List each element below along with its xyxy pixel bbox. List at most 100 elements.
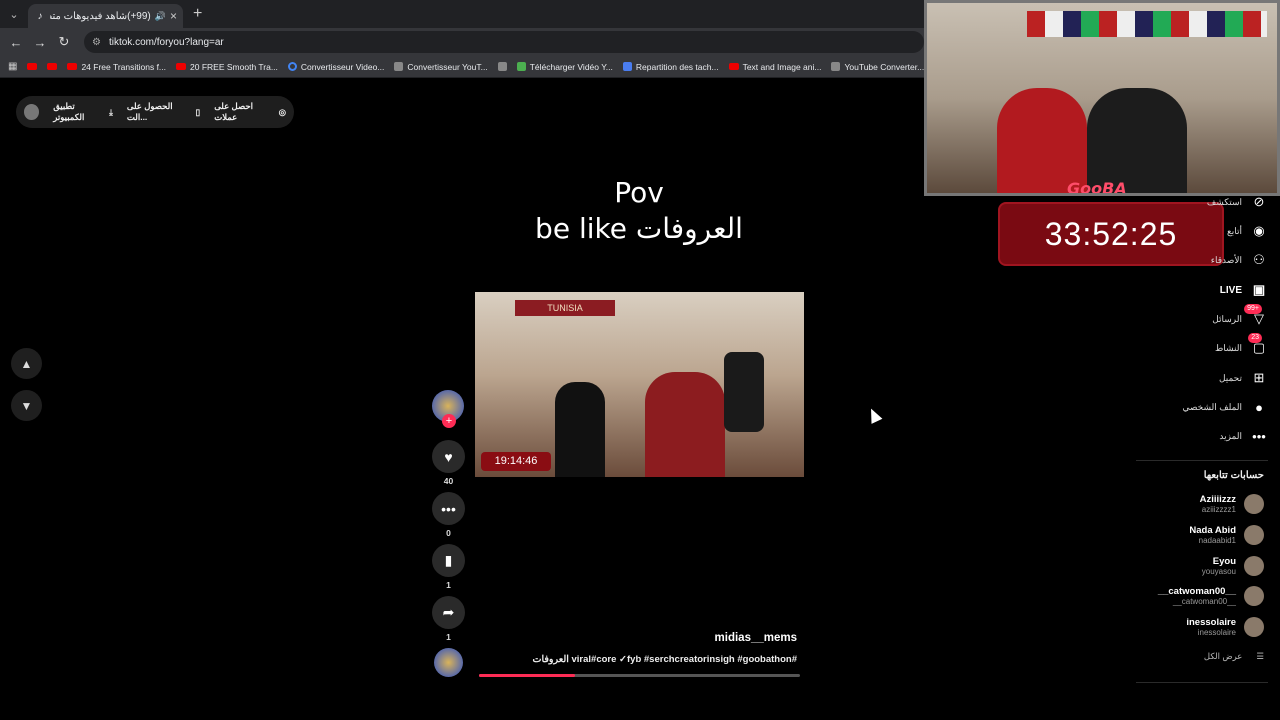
sidebar-item-more[interactable]: المزيد ••• bbox=[1128, 427, 1268, 445]
sidebar-item-friends[interactable]: الأصدقاء ⚇ bbox=[1128, 251, 1268, 269]
notification-badge: 99+ bbox=[1244, 304, 1262, 314]
comment-count: 0 bbox=[446, 528, 451, 538]
coin-icon: ◎ bbox=[278, 106, 287, 117]
speaker-icon[interactable]: 🔊 bbox=[155, 11, 166, 22]
flags-decoration bbox=[1027, 11, 1267, 37]
desktop-app-label: تطبيق الكمبيوتر bbox=[53, 101, 85, 122]
follow-plus-icon[interactable]: + bbox=[442, 414, 456, 428]
user-avatar[interactable] bbox=[24, 104, 40, 120]
tunisia-banner: TUNISIA bbox=[515, 300, 615, 316]
tab-search-chevron-icon[interactable]: ⌄ bbox=[0, 0, 28, 28]
sidebar-item-label: أتابع bbox=[1226, 225, 1242, 236]
bookmark-item[interactable] bbox=[47, 63, 58, 70]
video-progress-bar[interactable] bbox=[479, 674, 800, 677]
download-icon bbox=[516, 62, 526, 71]
previous-video-button[interactable]: ▲ bbox=[11, 348, 42, 379]
bookmark-item[interactable] bbox=[497, 62, 507, 71]
sidebar-item-label: الملف الشخصي bbox=[1182, 401, 1242, 412]
youtube-icon bbox=[27, 63, 38, 70]
get-app-button[interactable]: الحصول على الت... ▯ bbox=[127, 101, 200, 123]
account-display-name: inessolaire bbox=[1186, 617, 1236, 628]
sidebar-divider-bottom bbox=[1136, 682, 1268, 683]
url-text: tiktok.com/foryou?lang=ar bbox=[108, 36, 224, 48]
youtube-icon bbox=[176, 63, 187, 70]
tab-title: (99+)شاهد فيديوهات متصدرة bbox=[50, 10, 151, 22]
following-account-item[interactable]: __catwoman00__ __catwoman00__ bbox=[1104, 586, 1264, 606]
following-account-item[interactable]: Nada Abid nadaabid1 bbox=[1104, 525, 1264, 545]
save-count: 1 bbox=[446, 580, 451, 590]
account-display-name: Nada Abid bbox=[1189, 525, 1236, 536]
bookmark-item[interactable] bbox=[27, 63, 38, 70]
bookmark-item[interactable]: 24 Free Transitions f... bbox=[67, 62, 166, 72]
new-tab-plus-icon[interactable]: + bbox=[193, 5, 202, 23]
video-username[interactable]: midias__mems bbox=[640, 632, 797, 644]
share-button[interactable]: ➦ bbox=[432, 596, 465, 629]
next-video-button[interactable]: ▼ bbox=[11, 390, 42, 421]
sidebar-item-label: النشاط bbox=[1214, 342, 1242, 353]
apps-grid-icon[interactable]: ▦ bbox=[8, 61, 17, 72]
omnibox[interactable]: ⚙ tiktok.com/foryou?lang=ar bbox=[84, 31, 924, 53]
bookmarks-bar: ▦ 24 Free Transitions f... 20 FREE Smooth… bbox=[0, 56, 924, 78]
sidebar-item-label: تحميل bbox=[1218, 372, 1242, 383]
chevron-down-icon: ▼ bbox=[20, 398, 33, 413]
bookmark-label: YouTube Converter... bbox=[844, 61, 925, 72]
account-handle: inessolaire bbox=[1197, 628, 1236, 637]
like-button[interactable]: ♥ bbox=[432, 440, 465, 473]
following-icon: ◉ bbox=[1253, 223, 1265, 238]
forward-arrow-icon[interactable]: → bbox=[30, 32, 50, 52]
profile-icon: ● bbox=[1255, 399, 1263, 415]
mouse-cursor-icon bbox=[865, 406, 883, 424]
account-avatar bbox=[1244, 556, 1264, 576]
account-names: inessolaire inessolaire bbox=[1186, 617, 1236, 637]
following-account-item[interactable]: Aziiiizzz aziiizzzz1 bbox=[1104, 494, 1264, 514]
account-names: Nada Abid nadaabid1 bbox=[1189, 525, 1236, 545]
sidebar-item-inbox[interactable]: الرسائل ▽ 99+ bbox=[1128, 304, 1268, 328]
google-icon bbox=[287, 62, 297, 71]
activity-icon: ▢ 23 bbox=[1248, 333, 1268, 357]
following-account-item[interactable]: Eyou youyasou bbox=[1104, 556, 1264, 576]
globe-icon bbox=[831, 62, 841, 71]
get-coins-button[interactable]: احصل على عملات ◎ bbox=[214, 101, 286, 123]
close-tab-icon[interactable]: × bbox=[170, 9, 177, 23]
account-handle: __catwoman00__ bbox=[1172, 597, 1236, 606]
list-icon: ☰ bbox=[1256, 651, 1264, 661]
more-icon: ••• bbox=[1252, 428, 1266, 444]
site-info-icon[interactable]: ⚙ bbox=[92, 37, 101, 48]
sidebar-item-label: LIVE bbox=[1219, 284, 1242, 296]
sidebar-item-live[interactable]: LIVE ▣ bbox=[1128, 281, 1268, 299]
bookmark-item[interactable]: Repartition des tach... bbox=[622, 62, 719, 72]
account-handle: youyasou bbox=[1201, 567, 1236, 576]
bookmark-item[interactable]: 20 FREE Smooth Tra... bbox=[176, 62, 278, 72]
bookmark-label: 20 FREE Smooth Tra... bbox=[190, 61, 278, 72]
comment-button[interactable]: ••• bbox=[432, 492, 465, 525]
bookmark-item[interactable]: Télécharger Vidéo Y... bbox=[516, 62, 613, 72]
back-arrow-icon[interactable]: ← bbox=[6, 32, 26, 52]
sidebar-item-profile[interactable]: الملف الشخصي ● bbox=[1128, 398, 1268, 416]
music-disc-avatar[interactable] bbox=[434, 648, 463, 677]
sidebar-item-activity[interactable]: النشاط ▢ 23 bbox=[1128, 333, 1268, 357]
video-hashtags[interactable]: العروفات viral#core ✓fyb #serchcreatorin… bbox=[480, 654, 797, 665]
bookmark-item[interactable]: Convertisseur YouT... bbox=[394, 62, 488, 72]
sidebar-item-upload[interactable]: تحميل ⊞ bbox=[1128, 369, 1268, 387]
account-avatar bbox=[1244, 617, 1264, 637]
account-names: Eyou youyasou bbox=[1202, 556, 1236, 576]
account-display-name: Aziiiizzz bbox=[1199, 494, 1236, 505]
sidebar-item-compass[interactable]: استكشف ⊘ bbox=[1128, 193, 1268, 211]
account-display-name: __catwoman00__ bbox=[1157, 586, 1236, 597]
desktop-app-button[interactable]: تطبيق الكمبيوتر ⤓ bbox=[53, 101, 113, 123]
upload-icon: ⊞ bbox=[1253, 370, 1265, 385]
video-player[interactable]: TUNISIA 19:14:46 bbox=[475, 292, 804, 477]
see-all-link[interactable]: عرض الكل ☰ bbox=[1204, 651, 1264, 662]
bookmark-item[interactable]: Text and Image ani... bbox=[728, 62, 821, 72]
bookmark-item[interactable]: YouTube Converter... bbox=[831, 62, 924, 72]
browser-tab-active[interactable]: ♪ (99+)شاهد فيديوهات متصدرة 🔊 × bbox=[28, 4, 183, 28]
following-account-item[interactable]: inessolaire inessolaire bbox=[1104, 617, 1264, 637]
bookmark-item[interactable]: Convertisseur Video... bbox=[287, 62, 384, 72]
friends-icon: ⚇ bbox=[1253, 252, 1265, 267]
address-bar-row: ← → ↻ ⚙ tiktok.com/foryou?lang=ar bbox=[0, 28, 924, 56]
sidebar-item-following[interactable]: أتابع ◉ bbox=[1128, 222, 1268, 240]
notification-badge: 23 bbox=[1248, 333, 1262, 343]
sidebar-item-label: المزيد bbox=[1219, 430, 1242, 441]
save-button[interactable]: ▮ bbox=[432, 544, 465, 577]
reload-icon[interactable]: ↻ bbox=[54, 32, 74, 52]
